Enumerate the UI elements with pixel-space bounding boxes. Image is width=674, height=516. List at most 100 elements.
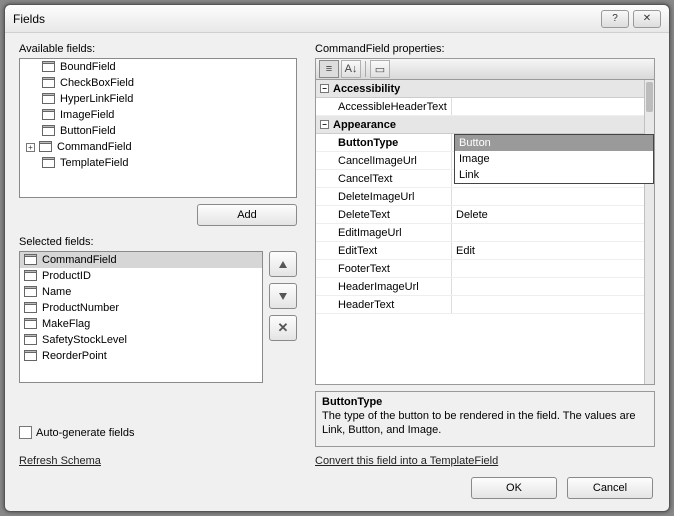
available-field-buttonfield[interactable]: ButtonField [20,123,296,139]
move-up-button[interactable] [269,251,297,277]
available-field-templatefield[interactable]: TemplateField [20,155,296,171]
categorized-icon: ≡ [326,63,332,75]
close-button[interactable]: ✕ [633,10,661,28]
categorized-button[interactable]: ≡ [319,60,339,78]
field-label: ReorderPoint [42,350,107,362]
collapse-icon[interactable]: − [320,84,329,93]
field-icon [42,77,56,89]
property-pages-icon: ▭ [375,63,385,76]
property-name: EditText [316,242,452,259]
selected-field-commandfield[interactable]: CommandField [20,252,262,268]
available-field-checkboxfield[interactable]: CheckBoxField [20,75,296,91]
collapse-icon[interactable]: − [320,120,329,129]
property-accessibleheadertext[interactable]: AccessibleHeaderText [316,98,644,116]
cancel-button[interactable]: Cancel [567,477,653,499]
property-footertext[interactable]: FooterText [316,260,644,278]
property-value[interactable] [452,278,644,295]
property-name: ButtonType [316,134,452,151]
property-name: EditImageUrl [316,224,452,241]
arrow-down-icon [279,293,287,300]
selected-fields-list[interactable]: CommandFieldProductID Name ProductNumber Ma… [19,251,263,383]
field-label: ButtonField [60,125,116,137]
description-text: The type of the button to be rendered in… [322,410,648,438]
property-headertext[interactable]: HeaderText [316,296,644,314]
property-name: AccessibleHeaderText [316,98,452,115]
property-name: DeleteText [316,206,452,223]
field-icon [24,302,38,314]
available-field-hyperlinkfield[interactable]: HyperLinkField [20,91,296,107]
property-value[interactable] [452,98,644,115]
field-label: CheckBoxField [60,77,134,89]
toolbar-separator [365,61,366,77]
category-appearance[interactable]: −Appearance [316,116,644,134]
field-label: ProductNumber [42,302,119,314]
field-label: BoundField [60,61,116,73]
scrollbar[interactable] [644,80,654,384]
selected-field-productid[interactable]: ProductID [20,268,262,284]
field-icon [24,318,38,330]
property-editimageurl[interactable]: EditImageUrl [316,224,644,242]
property-name: CancelImageUrl [316,152,452,169]
category-accessibility[interactable]: −Accessibility [316,80,644,98]
property-value[interactable] [452,188,644,205]
expand-icon[interactable]: + [26,143,35,152]
category-label: Appearance [333,119,396,131]
buttontype-dropdown[interactable]: ButtonImageLink [454,134,654,184]
available-fields-list[interactable]: BoundField CheckBoxField HyperLinkField Ima… [19,58,297,198]
property-edittext[interactable]: EditTextEdit [316,242,644,260]
property-deletetext[interactable]: DeleteTextDelete [316,206,644,224]
ok-button[interactable]: OK [471,477,557,499]
field-icon [39,141,53,153]
convert-template-link[interactable]: Convert this field into a TemplateField [315,455,498,467]
property-grid[interactable]: −AccessibilityAccessibleHeaderText−Appea… [315,80,655,385]
selected-field-makeflag[interactable]: MakeFlag [20,316,262,332]
field-label: CommandField [57,141,132,153]
field-icon [24,334,38,346]
alpha-sort-icon: A↓ [345,63,358,75]
property-pages-button[interactable]: ▭ [370,60,390,78]
selected-field-safetystocklevel[interactable]: SafetyStockLevel [20,332,262,348]
move-down-button[interactable] [269,283,297,309]
property-value[interactable] [452,296,644,313]
field-icon [42,157,56,169]
property-value[interactable] [452,224,644,241]
field-label: HyperLinkField [60,93,133,105]
selected-field-name[interactable]: Name [20,284,262,300]
property-value[interactable] [452,260,644,277]
field-icon [42,125,56,137]
help-button[interactable]: ? [601,10,629,28]
selected-field-productnumber[interactable]: ProductNumber [20,300,262,316]
available-field-boundfield[interactable]: BoundField [20,59,296,75]
add-button[interactable]: Add [197,204,297,226]
auto-generate-checkbox[interactable] [19,426,32,439]
titlebar: Fields ? ✕ [5,5,669,33]
field-icon [42,109,56,121]
property-toolbar: ≡ A↓ ▭ [315,58,655,80]
selected-field-reorderpoint[interactable]: ReorderPoint [20,348,262,364]
available-field-commandfield[interactable]: + CommandField [20,139,296,155]
available-field-imagefield[interactable]: ImageField [20,107,296,123]
dropdown-option-link[interactable]: Link [455,167,653,183]
properties-label: CommandField properties: [315,43,655,55]
field-label: ImageField [60,109,114,121]
scrollbar-thumb[interactable] [646,82,653,112]
property-name: DeleteImageUrl [316,188,452,205]
description-panel: ButtonType The type of the button to be … [315,391,655,447]
arrow-up-icon [279,261,287,268]
property-headerimageurl[interactable]: HeaderImageUrl [316,278,644,296]
refresh-schema-link[interactable]: Refresh Schema [19,455,297,467]
field-icon [42,93,56,105]
dropdown-option-button[interactable]: Button [455,135,653,151]
property-name: CancelText [316,170,452,187]
delete-button[interactable]: ✕ [269,315,297,341]
description-title: ButtonType [322,396,648,408]
alphabetical-button[interactable]: A↓ [341,60,361,78]
field-icon [24,270,38,282]
property-value[interactable]: Delete [452,206,644,223]
category-label: Accessibility [333,83,400,95]
property-value[interactable]: Edit [452,242,644,259]
property-deleteimageurl[interactable]: DeleteImageUrl [316,188,644,206]
dropdown-option-image[interactable]: Image [455,151,653,167]
field-label: Name [42,286,71,298]
property-name: HeaderText [316,296,452,313]
